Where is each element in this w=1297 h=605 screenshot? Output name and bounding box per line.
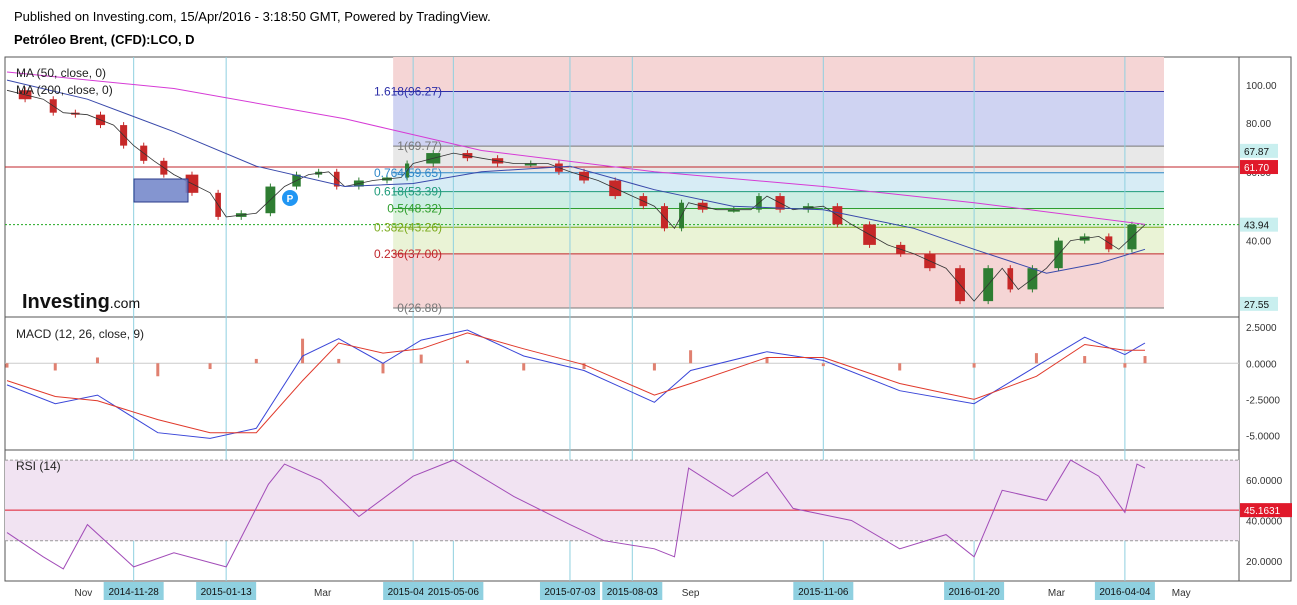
rsi-overbought-oversold-band [5, 460, 1239, 541]
macd-tick-label: 2.5000 [1246, 323, 1277, 334]
ma200-legend: MA (200, close, 0) [16, 83, 113, 97]
price-scale[interactable] [1238, 56, 1292, 582]
ma50-legend: MA (50, close, 0) [16, 66, 106, 80]
macd-histogram-bar [208, 363, 212, 370]
price-tick-label: 100.00 [1246, 81, 1277, 92]
x-axis-month-label: May [1172, 588, 1191, 599]
macd-histogram-bar [522, 363, 526, 371]
macd-histogram-bar [254, 358, 258, 364]
macd-histogram-bar [419, 354, 423, 364]
macd-histogram-bar [301, 338, 305, 364]
fib-zone [393, 227, 1164, 254]
x-axis-date-label: 2015-11-06 [798, 587, 849, 598]
fib-level-label: 0(26.88) [397, 301, 442, 315]
rsi-title: RSI (14) [16, 459, 61, 473]
price-axis-label: 61.70 [1244, 163, 1269, 174]
fib-level-label: 0.618(53.39) [374, 185, 442, 199]
price-tick-label: 80.00 [1246, 119, 1271, 130]
x-axis-date-label: 2015-08-03 [607, 587, 659, 598]
macd-histogram-bar [898, 363, 902, 371]
logo-suffix: .com [110, 295, 140, 311]
x-axis-month-label: Sep [682, 588, 700, 599]
rsi-axis-label: 45.1631 [1244, 506, 1281, 517]
fib-level-label: 0.5(48.32) [387, 202, 442, 216]
macd-tick-label: -5.0000 [1246, 432, 1280, 443]
macd-histogram-bar [95, 357, 99, 364]
x-axis-month-label: Nov [75, 588, 93, 599]
pattern-marker-letter: P [287, 194, 294, 205]
macd-histogram-bar [465, 360, 469, 364]
fib-zone [393, 146, 1164, 173]
rsi-band [5, 459, 1239, 542]
macd-histogram-bar [652, 363, 656, 371]
macd-histogram-bar [156, 363, 160, 377]
fib-zone [393, 91, 1164, 147]
x-axis-month-label: Mar [314, 588, 332, 599]
fib-level-label: 0.764(59.65) [374, 166, 442, 180]
fib-level-label: 0.236(37.00) [374, 247, 442, 261]
rsi-tick-label: 60.0000 [1246, 476, 1283, 487]
price-axis-label: 43.94 [1244, 221, 1269, 232]
macd-histogram-bar [689, 350, 693, 364]
macd-histogram-bar [5, 363, 9, 368]
x-axis-date-label: 2015-05-06 [428, 587, 480, 598]
rectangle-annotation[interactable] [133, 178, 189, 203]
x-axis-date-label: 2015-01-13 [201, 587, 253, 598]
macd-tick-label: 0.0000 [1246, 359, 1277, 370]
macd-histogram-bar [1123, 363, 1127, 368]
macd-histogram-bar [1083, 356, 1087, 364]
x-axis-date-label: 2016-04-04 [1099, 587, 1151, 598]
macd-histogram-bar [821, 363, 825, 367]
fib-level-label: 1(69.77) [397, 139, 442, 153]
rsi-tick-label: 20.0000 [1246, 557, 1283, 568]
logo-brand: Investing [22, 291, 110, 313]
rsi-tick-label: 40.0000 [1246, 517, 1283, 528]
macd-pane[interactable] [4, 316, 1240, 451]
macd-title: MACD (12, 26, close, 9) [16, 327, 144, 341]
fib-zone [393, 253, 1164, 309]
x-axis-date-label: 2016-01-20 [949, 587, 1001, 598]
macd-histogram-bar [1034, 353, 1038, 364]
macd-histogram-bar [1143, 356, 1147, 364]
macd-histogram-bar [337, 358, 341, 364]
investing-logo: Investing.com [22, 291, 140, 313]
price-tick-label: 40.00 [1246, 237, 1271, 248]
x-axis-date-label: 2015-07-03 [544, 587, 596, 598]
macd-histogram-bar [53, 363, 57, 371]
macd-tick-label: -2.5000 [1246, 395, 1280, 406]
price-axis-label: 27.55 [1244, 300, 1269, 311]
chart-canvas[interactable]: 100.0080.0060.0040.002.50000.0000-2.5000… [0, 0, 1297, 605]
fib-level-label: 0.382(43.26) [374, 220, 442, 234]
macd-histogram-bar [972, 363, 976, 368]
price-axis-label: 67.87 [1244, 147, 1269, 158]
macd-histogram-bar [381, 363, 385, 374]
x-axis-date-label: 2014-11-28 [108, 587, 159, 598]
x-axis-month-label: Mar [1048, 588, 1066, 599]
fib-zone-top [393, 57, 1164, 92]
fib-level-label: 1.618(96.27) [374, 85, 442, 99]
